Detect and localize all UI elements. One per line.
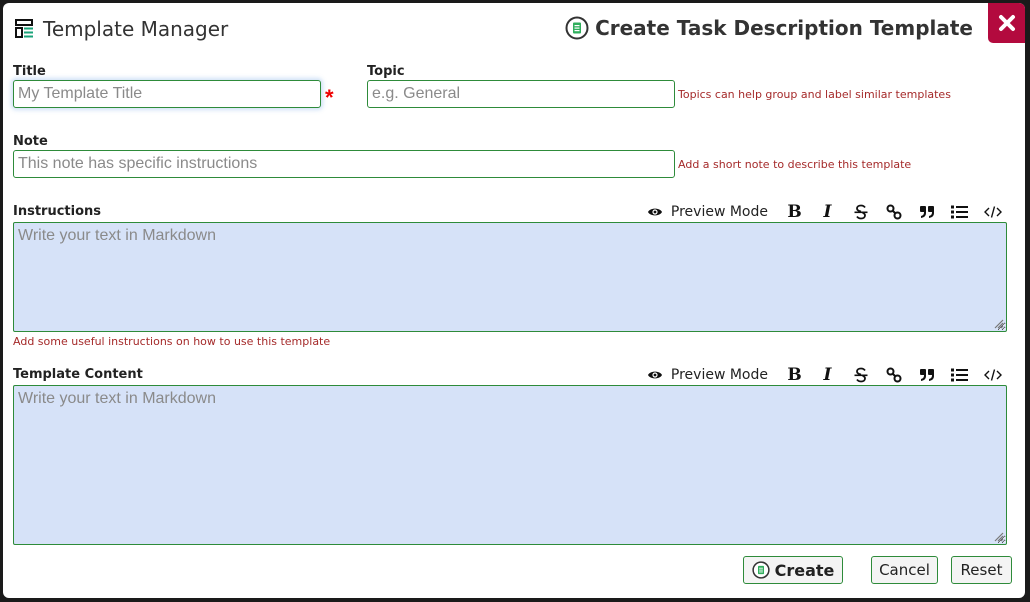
create-button[interactable]: Create — [743, 556, 843, 584]
dialog-header: Template Manager Create Task Description… — [3, 3, 1025, 55]
bullet-list-button[interactable] — [943, 202, 976, 222]
title-label: Title — [13, 64, 46, 79]
bullet-list-icon — [951, 368, 968, 382]
template-content-label: Template Content — [13, 367, 143, 382]
topic-label: Topic — [367, 64, 405, 79]
eye-icon — [647, 371, 662, 379]
instructions-hint: Add some useful instructions on how to u… — [13, 335, 331, 348]
template-content-textarea[interactable] — [13, 385, 1007, 545]
strikethrough-button[interactable] — [844, 202, 877, 222]
quote-icon — [919, 206, 934, 218]
link-icon — [886, 204, 901, 220]
italic-button[interactable]: I — [811, 365, 844, 385]
eye-icon — [647, 208, 662, 216]
template-manager-dialog: Template Manager Create Task Description… — [3, 3, 1025, 598]
template-list-icon — [15, 19, 33, 38]
reset-button[interactable]: Reset — [951, 556, 1012, 584]
preview-mode-toggle[interactable]: Preview Mode — [647, 204, 768, 220]
cancel-button[interactable]: Cancel — [871, 556, 938, 584]
preview-mode-label: Preview Mode — [670, 367, 768, 383]
note-input[interactable] — [13, 150, 675, 178]
topic-input[interactable] — [367, 80, 675, 108]
code-icon — [983, 369, 1002, 381]
create-label: Create — [774, 560, 835, 580]
bullet-list-icon — [951, 205, 968, 219]
link-icon — [886, 367, 901, 383]
close-icon — [998, 15, 1015, 31]
bullet-list-button[interactable] — [943, 365, 976, 385]
preview-mode-toggle[interactable]: Preview Mode — [647, 367, 768, 383]
app-title: Template Manager — [15, 17, 228, 41]
italic-button[interactable]: I — [811, 202, 844, 222]
form-title: Create Task Description Template — [565, 16, 973, 40]
quote-icon — [919, 369, 934, 381]
required-asterisk: * — [325, 85, 334, 110]
strikethrough-icon — [854, 204, 867, 220]
strikethrough-icon — [854, 367, 867, 383]
link-button[interactable] — [877, 365, 910, 385]
preview-mode-label: Preview Mode — [670, 204, 768, 220]
bold-button[interactable]: B — [778, 202, 811, 222]
strikethrough-button[interactable] — [844, 365, 877, 385]
document-circle-icon — [751, 561, 770, 579]
instructions-label: Instructions — [13, 204, 102, 219]
note-label: Note — [13, 134, 48, 149]
close-button[interactable] — [988, 3, 1025, 43]
note-hint: Add a short note to describe this templa… — [678, 158, 912, 171]
template-content-toolbar: Preview Mode B I — [647, 365, 1009, 385]
link-button[interactable] — [877, 202, 910, 222]
quote-button[interactable] — [910, 365, 943, 385]
form-title-text: Create Task Description Template — [595, 16, 973, 40]
quote-button[interactable] — [910, 202, 943, 222]
document-circle-icon — [565, 16, 589, 40]
title-input[interactable] — [13, 80, 321, 108]
code-button[interactable] — [976, 365, 1009, 385]
code-icon — [983, 206, 1002, 218]
code-button[interactable] — [976, 202, 1009, 222]
instructions-toolbar: Preview Mode B I — [647, 202, 1009, 222]
app-title-text: Template Manager — [43, 17, 229, 41]
instructions-textarea[interactable] — [13, 222, 1007, 332]
bold-button[interactable]: B — [778, 365, 811, 385]
topic-hint: Topics can help group and label similar … — [678, 88, 951, 101]
